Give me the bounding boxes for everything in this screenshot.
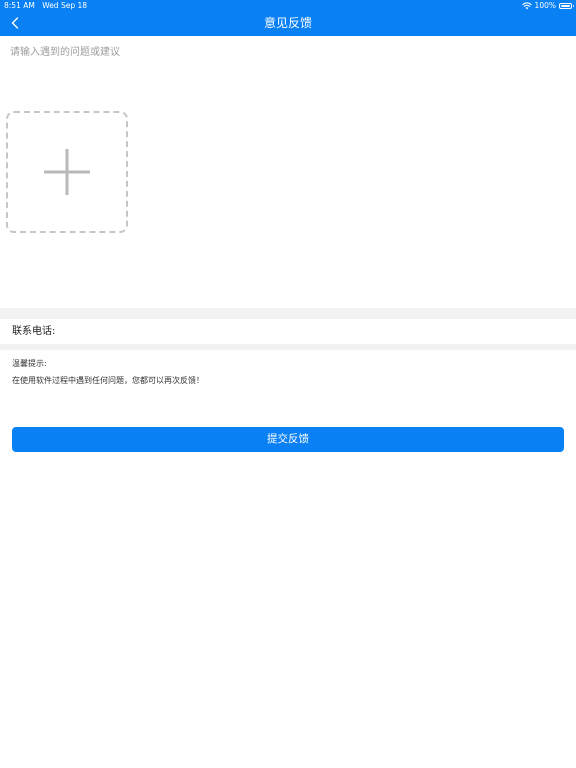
add-image-button[interactable] [6, 111, 128, 233]
section-divider [0, 308, 576, 319]
feedback-section [0, 36, 576, 308]
contact-row: 联系电话: [0, 319, 576, 344]
phone-input[interactable] [56, 322, 556, 341]
battery-level [561, 5, 570, 7]
feedback-input[interactable] [10, 44, 566, 94]
status-time: 8:51 AM [4, 1, 35, 10]
tips-title: 温馨提示: [12, 359, 47, 368]
status-time-date: 8:51 AM Wed Sep 18 [4, 0, 87, 12]
contact-label: 联系电话: [12, 326, 56, 337]
status-indicators: 100% [521, 0, 574, 12]
navigation-bar: 8:51 AM Wed Sep 18 100% 意见反馈 [0, 0, 576, 36]
section-divider [0, 344, 576, 350]
plus-icon [44, 149, 90, 195]
status-bar: 8:51 AM Wed Sep 18 100% [0, 0, 576, 12]
status-date: Wed Sep 18 [42, 1, 88, 10]
wifi-icon [521, 2, 532, 10]
battery-percent: 100% [534, 1, 556, 10]
submit-feedback-button[interactable]: 提交反馈 [12, 427, 564, 452]
tips-text: 在使用软件过程中遇到任何问题，您都可以再次反馈！ [12, 376, 204, 385]
page-title: 意见反馈 [263, 16, 312, 30]
battery-icon [559, 3, 574, 9]
